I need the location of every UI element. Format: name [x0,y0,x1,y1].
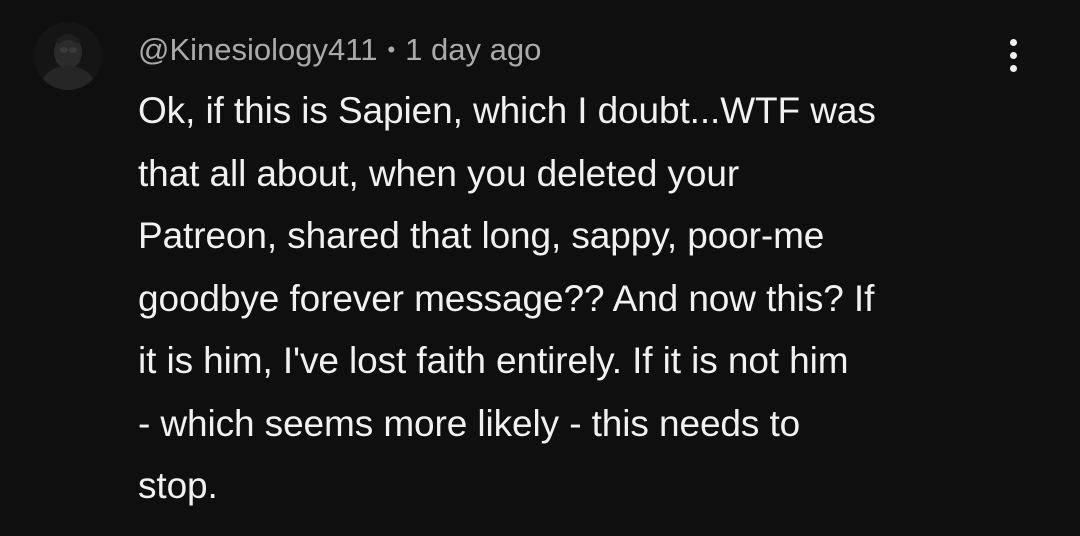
more-vertical-icon-dot [1009,51,1017,59]
comment: @Kinesiology411 • 1 day ago Ok, if this … [0,0,1080,536]
comment-text-line: Ok, if this is Sapien, which I doubt...W… [138,90,876,131]
avatar[interactable] [34,22,102,90]
comment-author[interactable]: @Kinesiology411 [138,32,377,68]
more-options-button[interactable] [996,32,1030,78]
comment-text-line: goodbye forever message?? And now this? … [138,277,875,319]
comment-text-line: stop. [138,465,218,506]
comment-header: @Kinesiology411 • 1 day ago [138,28,541,72]
comment-text-line: it is him, I've lost faith entirely. If … [138,340,849,381]
comment-text-line: - which seems more likely - this needs t… [138,402,801,444]
comment-text: Ok, if this is Sapien, which I doubt...W… [138,80,1008,518]
more-vertical-icon-dot [1009,64,1017,72]
header-separator: • [387,37,396,62]
more-vertical-icon [1009,38,1017,46]
comment-text-line: Patreon, shared that long, sappy, poor-m… [138,215,825,256]
comment-text-line: that all about, when you deleted your [138,152,740,194]
comment-timestamp[interactable]: 1 day ago [405,32,541,68]
avatar-photo-icon [34,22,102,90]
